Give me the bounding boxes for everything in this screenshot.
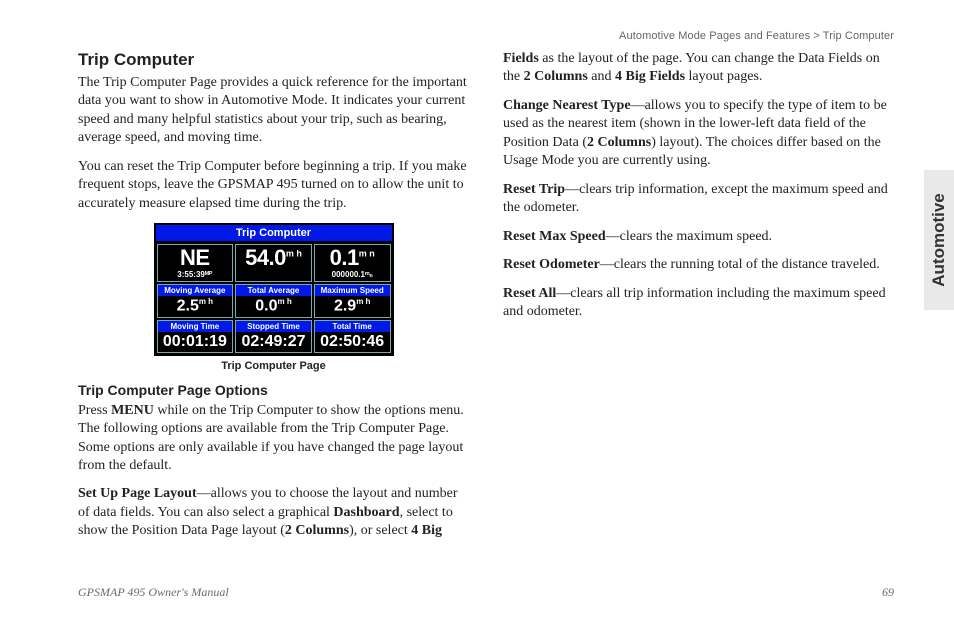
field-total-time: Total Time 02:50:46 [314, 320, 391, 353]
page-number: 69 [882, 585, 894, 600]
field-moving-average: Moving Average 2.5m h [157, 284, 234, 317]
option-reset-all: Reset All—clears all trip information in… [503, 285, 894, 322]
field-speed: 54.0m h [235, 244, 312, 282]
field-stopped-time: Stopped Time 02:49:27 [235, 320, 312, 353]
body-paragraph: The Trip Computer Page provides a quick … [78, 74, 469, 148]
field-total-average: Total Average 0.0m h [235, 284, 312, 317]
figure-caption: Trip Computer Page [78, 360, 469, 372]
option-change-nearest-type: Change Nearest Type—allows you to specif… [503, 97, 894, 171]
section-heading: Trip Computer [78, 50, 469, 70]
device-screenshot: Trip Computer NE 3:55:39ᴹᴾ 54.0m h 0.1m … [154, 223, 394, 355]
device-titlebar: Trip Computer [156, 225, 392, 243]
option-reset-max-speed: Reset Max Speed—clears the maximum speed… [503, 228, 894, 246]
field-distance: 0.1m n 000000.1ᵐₙ [314, 244, 391, 282]
subsection-heading: Trip Computer Page Options [78, 382, 469, 398]
option-reset-trip: Reset Trip—clears trip information, exce… [503, 181, 894, 218]
body-paragraph: Press MENU while on the Trip Computer to… [78, 402, 469, 476]
figure-trip-computer: Trip Computer NE 3:55:39ᴹᴾ 54.0m h 0.1m … [78, 223, 469, 371]
option-reset-odometer: Reset Odometer—clears the running total … [503, 256, 894, 274]
footer-manual-title: GPSMAP 495 Owner's Manual [78, 585, 229, 600]
body-paragraph: You can reset the Trip Computer before b… [78, 158, 469, 213]
field-moving-time: Moving Time 00:01:19 [157, 320, 234, 353]
field-maximum-speed: Maximum Speed 2.9m h [314, 284, 391, 317]
side-tab-automotive: Automotive [924, 170, 954, 310]
field-heading: NE 3:55:39ᴹᴾ [157, 244, 234, 282]
breadcrumb: Automotive Mode Pages and Features > Tri… [78, 30, 894, 42]
